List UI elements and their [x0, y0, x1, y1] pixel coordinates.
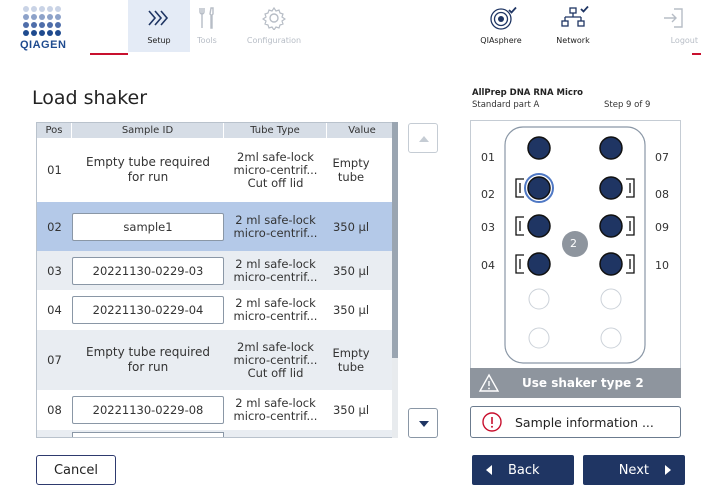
row-value: 350 µl — [332, 263, 370, 278]
shaker-diagram: 01 02 03 04 07 08 09 10 2 — [470, 120, 681, 370]
position-label-left: 03 — [481, 221, 495, 234]
sample-id-input[interactable]: 20221130-0229-08 — [72, 396, 224, 424]
table-scroll-thumb[interactable] — [392, 122, 398, 358]
row-tube-type: 2 ml safe-lock micro-centrif... — [233, 212, 318, 240]
warning-triangle-icon — [478, 373, 500, 392]
position-label-right: 10 — [655, 259, 669, 272]
top-bar: QIAGEN Setup Tools Configuration QIAsphe… — [0, 0, 701, 55]
position-label-left: 01 — [481, 151, 495, 164]
header-accent-line-right — [692, 53, 701, 55]
nav-network[interactable]: Network — [542, 0, 604, 52]
scroll-down-button[interactable] — [408, 408, 438, 438]
scroll-up-button[interactable] — [408, 123, 438, 153]
row-sample-id: Empty tube required for run — [86, 345, 210, 374]
qiagen-logo: QIAGEN — [20, 6, 80, 54]
row-tube-type: 2 ml safe-lock micro-centrif... — [233, 396, 318, 423]
row-value: 350 µl — [332, 403, 370, 417]
row-tube-type: 2 ml safe-lock micro-centrif... — [233, 256, 318, 284]
back-label: Back — [508, 462, 540, 478]
triangle-up-icon — [419, 136, 429, 142]
row-tube-type: 2ml safe-lock micro-centrif... Cut off l… — [233, 149, 318, 190]
page-title: Load shaker — [32, 87, 148, 109]
info-alert-icon — [482, 412, 502, 432]
sample-information-label: Sample information ... — [515, 414, 654, 430]
position-label-right: 07 — [655, 151, 669, 164]
sample-id-input[interactable]: 20221130-0229-03 — [72, 256, 224, 285]
nav-logout[interactable]: Logout — [640, 0, 700, 52]
shaker-type-warning: Use shaker type 2 — [470, 368, 681, 398]
nav-tools-label: Tools — [197, 36, 217, 45]
row-value: Empty tube — [332, 346, 370, 374]
nav-qiasphere[interactable]: QIAsphere — [470, 0, 532, 52]
sample-table: Pos Sample ID Tube Type Value 01 Empty t… — [36, 122, 397, 438]
kit-part: Standard part A — [472, 100, 540, 110]
row-value: Empty tube — [332, 156, 370, 184]
cancel-button[interactable]: Cancel — [36, 455, 116, 485]
row-pos: 03 — [47, 263, 62, 278]
col-header-pos: Pos — [37, 123, 72, 138]
step-indicator: Step 9 of 9 — [604, 100, 651, 110]
col-header-sample-id: Sample ID — [72, 123, 224, 138]
table-row-partial — [37, 430, 396, 437]
position-label-right: 08 — [655, 188, 669, 201]
nav-logout-label: Logout — [670, 36, 698, 45]
warning-text: Use shaker type 2 — [522, 376, 644, 390]
triangle-down-icon — [419, 421, 429, 427]
back-arrow-icon — [486, 465, 492, 475]
network-connected-icon — [561, 6, 589, 27]
sample-id-input[interactable]: sample1 — [72, 212, 224, 241]
table-row[interactable]: 01 Empty tube required for run 2ml safe-… — [37, 138, 396, 202]
nav-configuration[interactable]: Configuration — [236, 0, 312, 52]
row-pos: 02 — [47, 219, 62, 234]
logout-icon — [664, 8, 683, 28]
col-header-tube-type: Tube Type — [224, 123, 327, 138]
table-row[interactable]: 04 20221130-0229-04 2 ml safe-lock micro… — [37, 290, 396, 330]
position-label-left: 04 — [481, 259, 495, 272]
row-tube-type: 2ml safe-lock micro-centrif... Cut off l… — [233, 339, 318, 380]
gear-icon — [262, 6, 286, 30]
row-value: 350 µl — [332, 219, 370, 234]
nav-qiasphere-label: QIAsphere — [480, 36, 522, 45]
nav-configuration-label: Configuration — [246, 36, 302, 45]
row-pos: 07 — [47, 353, 62, 367]
next-label: Next — [618, 462, 649, 478]
qiasphere-connected-icon — [490, 6, 517, 30]
col-header-value: Value — [348, 125, 376, 136]
row-pos: 01 — [47, 163, 62, 177]
next-arrow-icon — [665, 465, 671, 475]
shaker-type-badge: 2 — [570, 237, 577, 250]
table-header: Pos Sample ID Tube Type Value — [37, 123, 396, 138]
table-row[interactable]: 08 20221130-0229-08 2 ml safe-lock micro… — [37, 390, 396, 430]
row-pos: 04 — [47, 303, 62, 317]
table-row[interactable]: 03 20221130-0229-03 2 ml safe-lock micro… — [37, 251, 396, 290]
row-pos: 08 — [47, 403, 62, 417]
table-row[interactable]: 07 Empty tube required for run 2ml safe-… — [37, 330, 396, 390]
table-row-selected[interactable]: 02 sample1 2 ml safe-lock micro-centrif.… — [37, 202, 396, 251]
tools-icon — [199, 7, 214, 29]
header-accent-line — [90, 53, 128, 55]
row-tube-type: 2 ml safe-lock micro-centrif... — [233, 296, 318, 323]
position-label-left: 02 — [481, 188, 495, 201]
nav-tools[interactable]: Tools — [176, 0, 238, 52]
kit-name: AllPrep DNA RNA Micro — [472, 88, 583, 98]
next-button[interactable]: Next — [583, 455, 685, 485]
position-label-right: 09 — [655, 221, 669, 234]
setup-chevrons-icon — [148, 10, 169, 26]
nav-network-label: Network — [556, 36, 590, 45]
row-value: 350 µl — [332, 303, 370, 317]
logo-dots — [23, 6, 80, 36]
sample-information-button[interactable]: Sample information ... — [470, 406, 681, 438]
sample-id-input[interactable]: 20221130-0229-04 — [72, 296, 224, 324]
logo-text: QIAGEN — [20, 39, 67, 51]
row-sample-id: Empty tube required for run — [86, 155, 210, 184]
back-button[interactable]: Back — [472, 455, 574, 485]
